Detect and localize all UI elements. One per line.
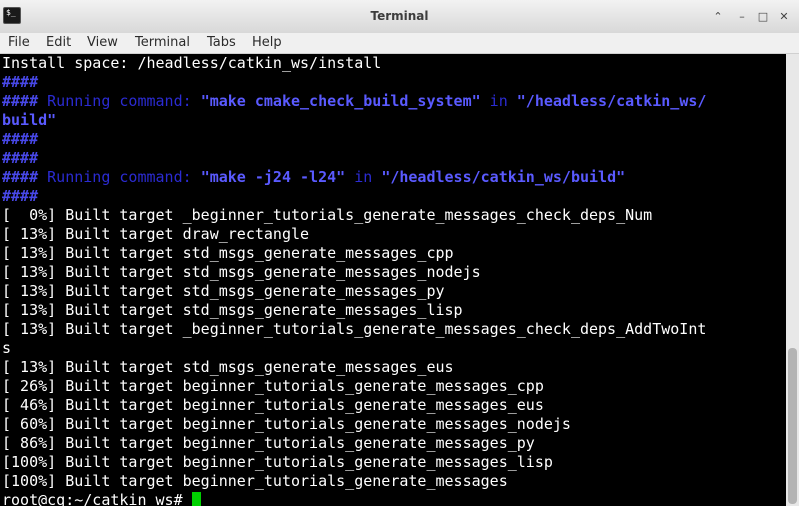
build-output-line: [100%] Built target beginner_tutorials_g… [2,453,553,471]
menu-bar: File Edit View Terminal Tabs Help [0,33,799,54]
build-output-line: [ 13%] Built target std_msgs_generate_me… [2,244,454,262]
hash-line: #### [2,187,39,205]
build-output-line: [100%] Built target beginner_tutorials_g… [2,472,508,490]
build-output-line: [ 13%] Built target std_msgs_generate_me… [2,263,481,281]
shell-prompt-line[interactable]: root@cq:~/catkin_ws# [2,491,201,506]
close-button[interactable]: ✕ [777,10,791,24]
build-output-line: [ 46%] Built target beginner_tutorials_g… [2,396,544,414]
menu-help[interactable]: Help [252,35,282,50]
menu-view[interactable]: View [87,35,118,50]
menu-edit[interactable]: Edit [46,35,71,50]
terminal-window: $_ Terminal ⌃ – □ ✕ File Edit View Termi… [0,0,799,506]
running-command-line: #### Running command: "make cmake_check_… [2,92,707,110]
minimize-button[interactable]: – [735,10,749,24]
window-title: Terminal [370,9,429,23]
scrollbar-thumb[interactable] [788,348,797,504]
build-output-line: [ 13%] Built target _beginner_tutorials_… [2,320,707,338]
running-command-line: #### Running command: "make -j24 -l24" i… [2,168,626,186]
menu-terminal[interactable]: Terminal [135,35,190,50]
install-space-line: Install space: /headless/catkin_ws/insta… [2,54,382,72]
hash-line: #### [2,149,39,167]
menu-tabs[interactable]: Tabs [207,35,236,50]
build-output-line: [ 13%] Built target draw_rectangle [2,225,310,243]
build-output-line: [ 60%] Built target beginner_tutorials_g… [2,415,571,433]
hash-line: #### [2,73,39,91]
build-output-line-wrap: s [2,339,12,357]
build-output-line: [ 13%] Built target std_msgs_generate_me… [2,358,454,376]
hash-line: #### [2,130,39,148]
build-output-line: [ 86%] Built target beginner_tutorials_g… [2,434,535,452]
title-bar[interactable]: $_ Terminal ⌃ – □ ✕ [0,0,799,34]
window-menu-button[interactable]: ⌃ [711,10,725,24]
maximize-button[interactable]: □ [756,10,770,24]
build-output-line: [ 26%] Built target beginner_tutorials_g… [2,377,544,395]
text-cursor [191,492,201,506]
menu-file[interactable]: File [8,35,30,50]
shell-prompt: root@cq:~/catkin_ws# [2,491,192,506]
build-output-line: [ 0%] Built target _beginner_tutorials_g… [2,206,653,224]
vertical-scrollbar[interactable] [786,54,799,506]
running-command-path-cont: build" [2,111,57,129]
build-output-line: [ 13%] Built target std_msgs_generate_me… [2,282,445,300]
terminal-output[interactable]: Install space: /headless/catkin_ws/insta… [0,54,786,506]
build-output-line: [ 13%] Built target std_msgs_generate_me… [2,301,463,319]
